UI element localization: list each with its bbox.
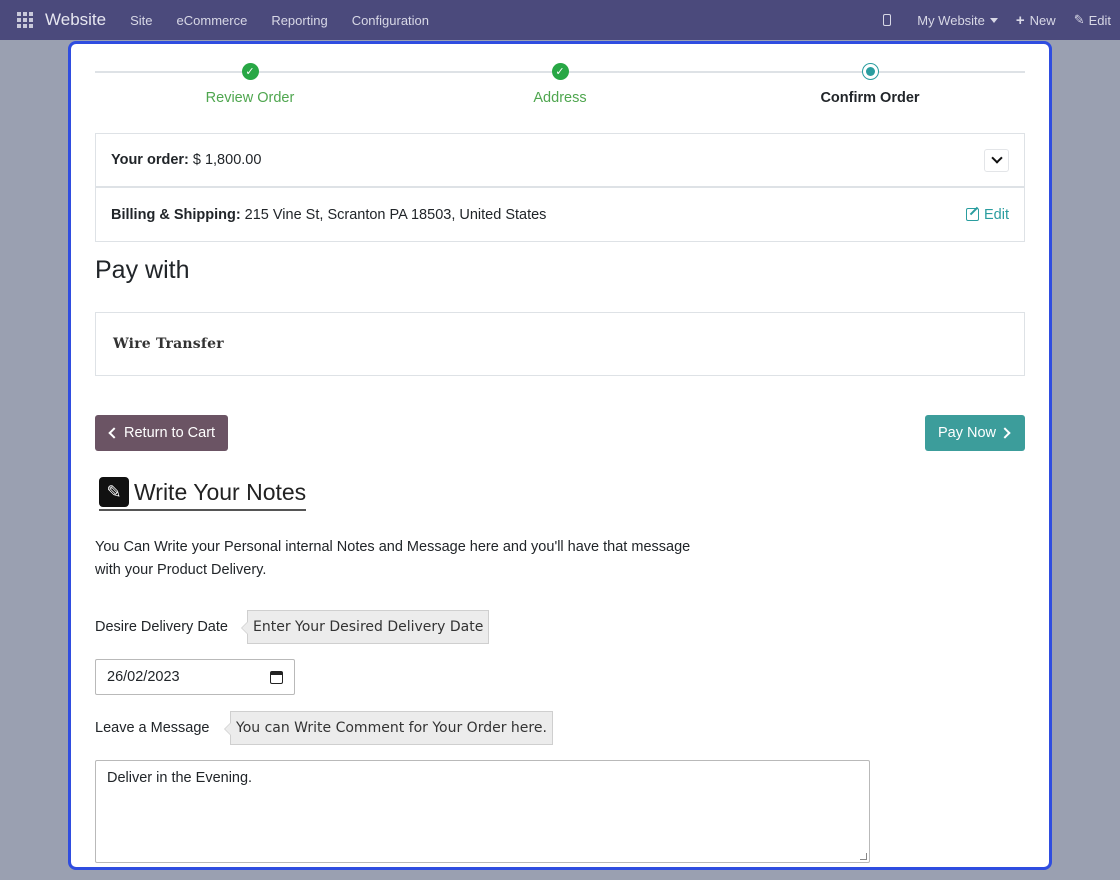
payment-method-wire-transfer[interactable]: Wire Transfer xyxy=(95,312,1025,376)
nav-item-configuration[interactable]: Configuration xyxy=(340,13,441,28)
nav-item-ecommerce[interactable]: eCommerce xyxy=(165,13,260,28)
pay-now-label: Pay Now xyxy=(937,425,996,441)
edit-address-label: Edit xyxy=(984,206,1009,223)
caret-down-icon xyxy=(989,17,998,23)
edit-icon xyxy=(966,208,979,221)
return-to-cart-button[interactable]: Return to Cart xyxy=(95,415,229,451)
message-textarea[interactable]: Deliver in the Evening. xyxy=(95,760,870,863)
pay-now-button[interactable]: Pay Now xyxy=(924,415,1025,451)
nav-item-site[interactable]: Site xyxy=(118,13,164,28)
edit-address-link[interactable]: Edit xyxy=(966,207,1009,223)
plus-icon: + xyxy=(1015,11,1025,29)
order-summary-row: Your order: $ 1,800.00 xyxy=(95,133,1025,187)
wizard-step-confirm-order: Confirm Order xyxy=(770,63,970,106)
pencil-square-icon: ✎ xyxy=(99,477,129,507)
mobile-preview-button[interactable] xyxy=(874,14,908,26)
notes-description: You Can Write your Personal internal Not… xyxy=(95,539,691,578)
new-button[interactable]: + New xyxy=(1007,12,1065,29)
chevron-right-icon xyxy=(999,427,1011,439)
delivery-date-input[interactable]: 26/02/2023 xyxy=(95,659,295,695)
order-amount: $ 1,800.00 xyxy=(192,152,262,168)
apps-grid-icon[interactable] xyxy=(17,12,33,28)
billing-address: 215 Vine St, Scranton PA 18503, United S… xyxy=(244,206,547,223)
pencil-icon: ✎ xyxy=(1073,12,1085,27)
checkout-progress-wizard: ✓ Review Order ✓ Address Confirm Order xyxy=(95,44,1025,130)
message-value: Deliver in the Evening. xyxy=(107,770,253,786)
wizard-step-label: Address xyxy=(533,90,587,106)
order-label: Your order: xyxy=(111,152,189,168)
check-icon: ✓ xyxy=(241,63,259,80)
navbar-brand[interactable]: Website xyxy=(45,10,106,30)
wizard-step-address[interactable]: ✓ Address xyxy=(460,63,660,106)
current-step-icon xyxy=(861,63,879,80)
chevron-left-icon xyxy=(108,427,120,439)
expand-order-button[interactable] xyxy=(984,148,1009,172)
wizard-step-label: Review Order xyxy=(205,90,295,106)
resize-handle[interactable] xyxy=(860,853,867,860)
payment-method-label: Wire Transfer xyxy=(113,336,224,352)
top-navbar: Website Site eCommerce Reporting Configu… xyxy=(0,0,1120,40)
billing-shipping-row: Billing & Shipping: 215 Vine St, Scranto… xyxy=(95,187,1025,242)
delivery-date-label: Desire Delivery Date xyxy=(95,619,228,635)
notes-title: Write Your Notes xyxy=(134,478,307,505)
mobile-icon xyxy=(883,14,892,26)
nav-item-reporting[interactable]: Reporting xyxy=(259,13,339,28)
delivery-date-tooltip: Enter Your Desired Delivery Date xyxy=(240,610,490,644)
wizard-step-review-order[interactable]: ✓ Review Order xyxy=(150,63,350,106)
edit-page-button[interactable]: ✎ Edit xyxy=(1065,12,1120,28)
chevron-down-icon xyxy=(990,152,1003,164)
website-selector[interactable]: My Website xyxy=(908,13,1007,28)
checkout-panel: ✓ Review Order ✓ Address Confirm Order Y… xyxy=(68,41,1052,870)
billing-label: Billing & Shipping: xyxy=(111,206,241,223)
edit-page-label: Edit xyxy=(1088,12,1111,28)
calendar-icon[interactable] xyxy=(270,670,283,684)
new-button-label: New xyxy=(1029,12,1056,28)
return-to-cart-label: Return to Cart xyxy=(124,425,216,441)
check-icon: ✓ xyxy=(551,63,569,80)
wizard-step-label: Confirm Order xyxy=(820,90,920,106)
pay-with-heading: Pay with xyxy=(95,256,190,284)
message-label: Leave a Message xyxy=(95,720,210,736)
delivery-date-value: 26/02/2023 xyxy=(107,669,180,685)
website-selector-label: My Website xyxy=(917,12,985,28)
message-tooltip: You can Write Comment for Your Order her… xyxy=(224,711,553,745)
notes-heading: ✎ Write Your Notes xyxy=(99,477,307,511)
